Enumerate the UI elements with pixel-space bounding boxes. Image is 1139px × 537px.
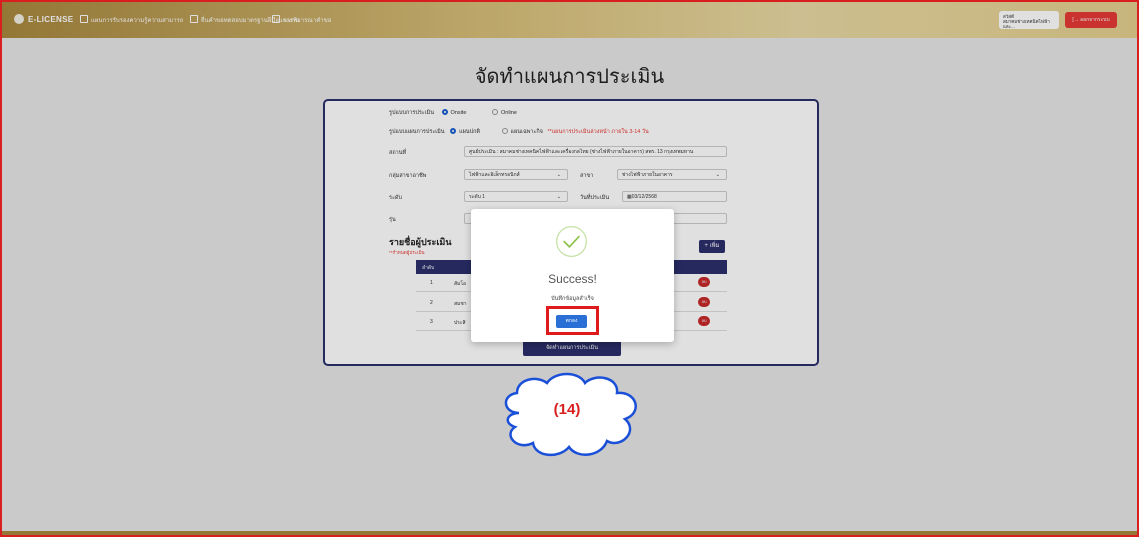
screenshot-frame: E-LICENSE แผนการรับรองความรู้ความสามารถ … [0,0,1139,537]
modal-title: Success! [548,272,597,286]
ok-button[interactable]: ตกลง [556,315,587,328]
success-modal: Success! บันทึกข้อมูลสำเร็จ ตกลง [471,209,674,342]
modal-message: บันทึกข้อมูลสำเร็จ [551,296,594,302]
step-number-label: (14) [553,401,581,418]
success-check-icon [556,226,587,257]
